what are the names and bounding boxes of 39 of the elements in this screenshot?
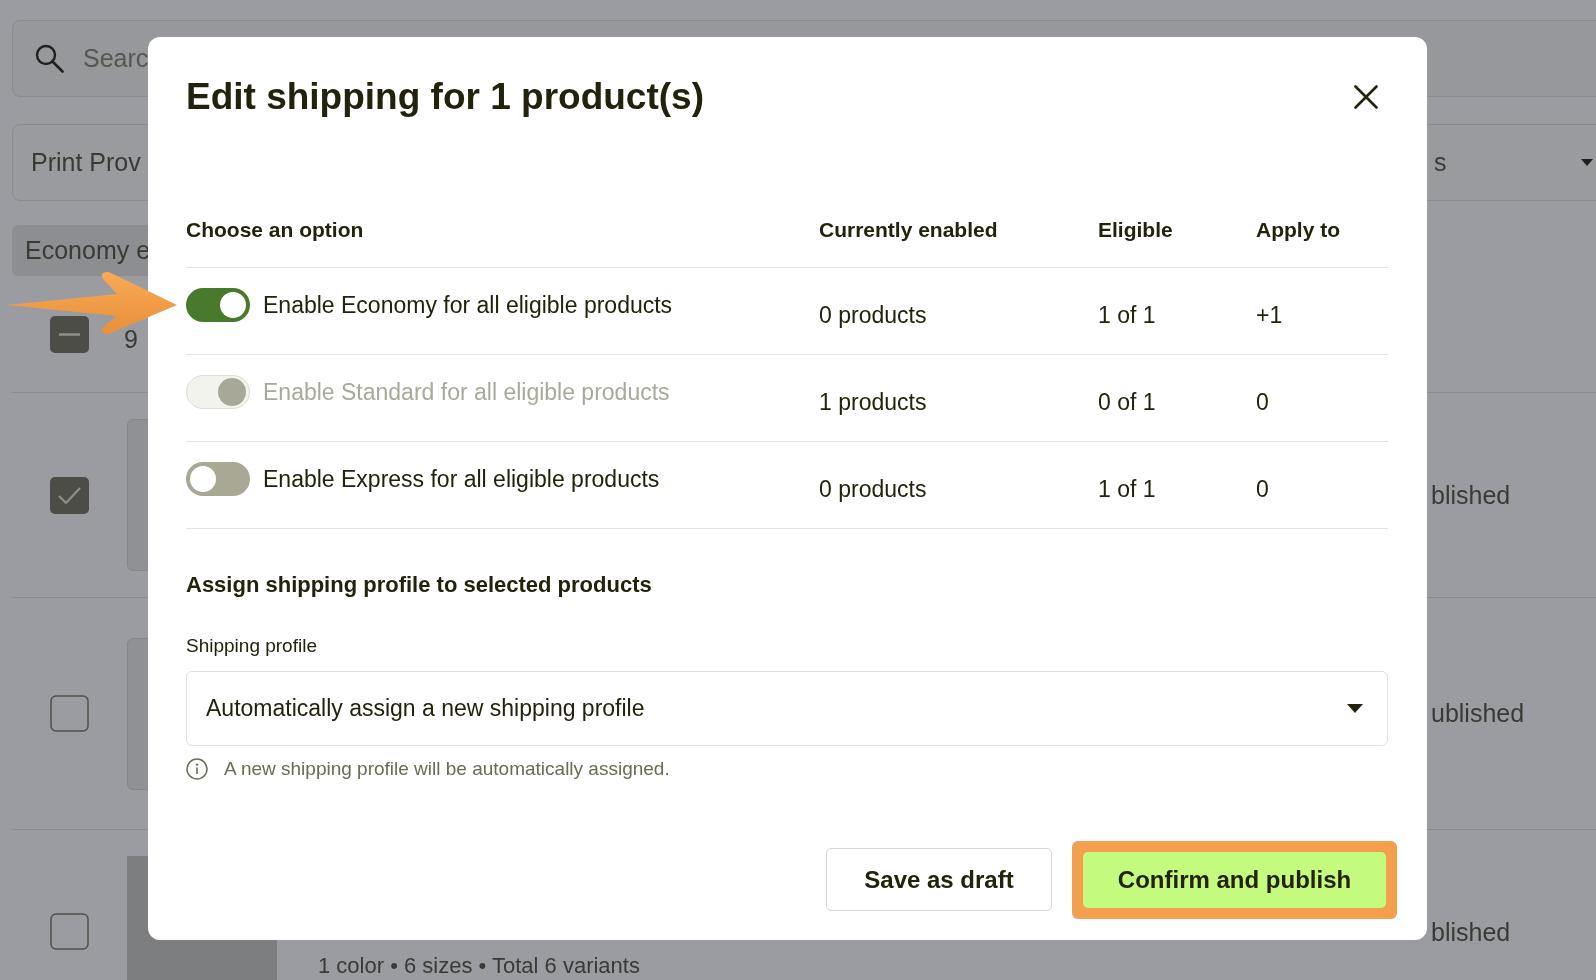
table-cell-text: 0 products	[819, 301, 928, 329]
info-icon	[186, 758, 208, 780]
checkbox[interactable]	[50, 913, 89, 950]
caret-icon	[1347, 704, 1363, 713]
filter-label: s	[1434, 148, 1447, 177]
toggle-switch[interactable]	[186, 288, 250, 322]
table-cell-text: 0	[1256, 475, 1270, 503]
checkbox[interactable]	[50, 315, 89, 353]
option-label: Enable Economy for all eligible products	[263, 291, 673, 319]
table-cell-text: 1 of 1	[1098, 301, 1157, 329]
table-cell-text: 0 of 1	[1098, 388, 1157, 416]
column-header: Apply to	[1256, 218, 1341, 242]
confirm-button[interactable]: Confirm and publish	[1083, 851, 1386, 908]
variant-summary: 1 color • 6 sizes • Total 6 variants	[318, 955, 641, 977]
status-text: blished	[1431, 480, 1512, 510]
draft-button[interactable]: Save as draft	[826, 848, 1052, 911]
status-text: blished	[1431, 918, 1512, 947]
table-cell-text: 1 of 1	[1098, 475, 1157, 503]
selection-count: 9	[124, 325, 138, 353]
toggle-switch[interactable]	[186, 462, 250, 496]
option-label: Enable Express for all eligible products	[263, 465, 660, 493]
table-cell-text: +1	[1256, 301, 1284, 329]
status-text: ublished	[1431, 699, 1526, 728]
filter-label: Print Prov	[31, 148, 141, 177]
shipping-profile-select[interactable]: Automatically assign a new shipping profile	[186, 671, 1388, 746]
table-cell-text: 1 products	[819, 388, 928, 416]
section-heading: Assign shipping profile to selected products	[186, 571, 652, 599]
field-label: Shipping profile	[186, 634, 317, 658]
search-icon	[34, 43, 64, 73]
option-label: Enable Standard for all eligible products	[263, 378, 670, 406]
dialog-title: Edit shipping for 1 product(s)	[186, 75, 704, 119]
checkbox[interactable]	[50, 695, 89, 732]
checkbox[interactable]	[50, 476, 89, 514]
close-icon	[1354, 85, 1378, 109]
column-header: Eligible	[1098, 218, 1174, 242]
table-cell-text: 0	[1256, 388, 1270, 416]
table-cell-text: 0 products	[819, 475, 928, 503]
column-header: Currently enabled	[819, 218, 999, 242]
help-text: A new shipping profile will be automatically assigned.	[224, 757, 670, 781]
